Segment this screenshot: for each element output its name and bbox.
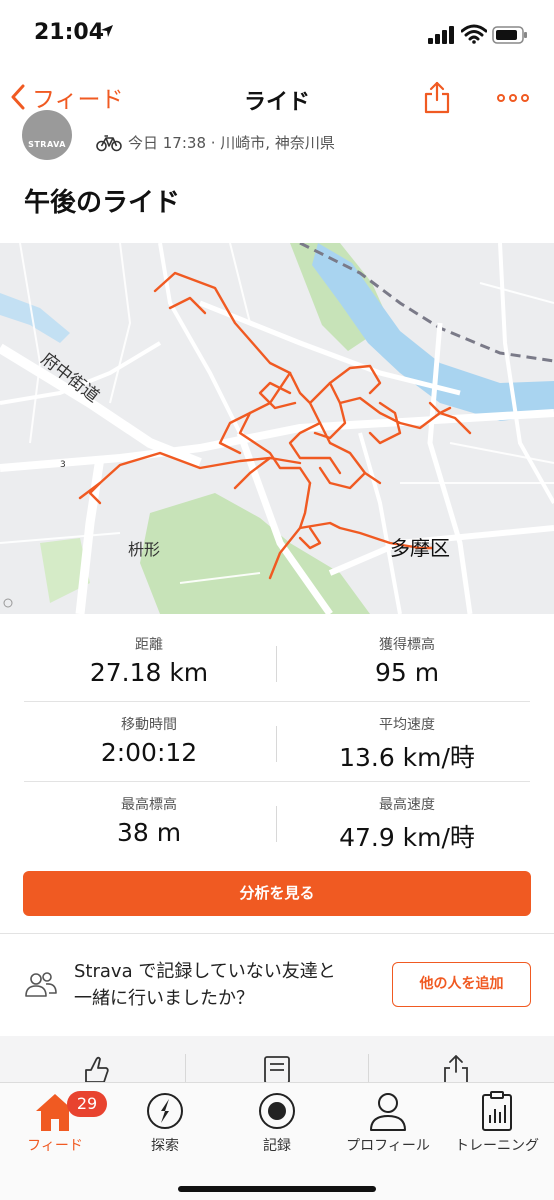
profile-icon [370, 1093, 406, 1131]
wifi-icon [461, 24, 487, 44]
map-label-area: 枡形 [128, 540, 160, 559]
analyze-button[interactable]: 分析を見る [23, 871, 531, 916]
tab-feed[interactable]: 29 フィード [0, 1089, 110, 1155]
stat-divider [276, 726, 277, 762]
stat-value: 38 m [116, 818, 182, 847]
stat-divider [276, 646, 277, 682]
status-time: 21:04 [34, 20, 105, 45]
stats-grid: 距離 27.18 km 獲得標高 95 m 移動時間 2:00:12 平均速度 … [0, 622, 554, 862]
location-arrow-icon [101, 25, 113, 37]
stat-divider [276, 806, 277, 842]
map-label-district: 多摩区 [390, 536, 450, 560]
share-activity-icon[interactable] [441, 1054, 471, 1082]
stat-label: 移動時間 [121, 717, 177, 733]
record-icon [259, 1093, 295, 1129]
stat-row: 距離 27.18 km 獲得標高 95 m [24, 622, 530, 702]
stat-value: 27.18 km [89, 658, 209, 687]
thumbs-up-icon[interactable] [80, 1054, 110, 1082]
tab-bar: 29 フィード 探索 記録 プロフィール トレーニング [0, 1082, 554, 1200]
stat-value: 95 m [374, 658, 440, 687]
avatar[interactable]: STRAVA [22, 110, 72, 160]
home-indicator [178, 1186, 376, 1192]
chevron-left-icon [11, 84, 25, 110]
park-area [140, 493, 370, 614]
route-map[interactable]: 府中街道 枡形 多摩区 3 [0, 243, 554, 614]
action-strip [0, 1036, 554, 1082]
more-options-icon[interactable] [496, 88, 530, 108]
stat-label: 平均速度 [379, 717, 435, 733]
avatar-logo-text: STRAVA [28, 140, 66, 149]
tab-label: トレーニング [455, 1138, 539, 1154]
bike-icon [96, 134, 122, 151]
stat-row: 最高標高 38 m 最高速度 47.9 km/時 [24, 782, 530, 862]
map-label-route-number: 3 [60, 460, 66, 470]
stat-moving-time: 移動時間 2:00:12 [34, 714, 264, 767]
friends-prompt-line2: 一緒に行いましたか？ [74, 988, 254, 1009]
map-canvas: 府中街道 枡形 多摩区 3 [0, 243, 554, 614]
tab-record[interactable]: 記録 [222, 1089, 332, 1155]
cellular-signal-icon [428, 26, 454, 44]
friends-prompt-line1: Strava で記録していない友達と [74, 961, 336, 982]
comment-icon[interactable] [262, 1054, 292, 1082]
stat-value: 47.9 km/時 [339, 823, 475, 852]
activity-meta-text: 今日 17:38 · 川崎市, 神奈川県 [128, 134, 335, 152]
tab-label: プロフィール [346, 1138, 430, 1154]
stat-row: 移動時間 2:00:12 平均速度 13.6 km/時 [24, 702, 530, 782]
stat-avg-speed: 平均速度 13.6 km/時 [292, 714, 522, 774]
stat-label: 距離 [135, 637, 163, 653]
friends-prompt: Strava で記録していない友達と 一緒に行いましたか？ [74, 958, 374, 1012]
back-label: フィード [32, 87, 124, 113]
battery-icon [492, 26, 527, 44]
action-divider [368, 1054, 369, 1082]
tab-label: 記録 [263, 1138, 291, 1154]
tab-label: フィード [27, 1138, 83, 1154]
compass-icon [147, 1093, 183, 1129]
stat-max-speed: 最高速度 47.9 km/時 [292, 794, 522, 854]
stat-label: 最高標高 [121, 797, 177, 813]
activity-title: 午後のライド [24, 188, 181, 218]
stat-max-elevation: 最高標高 38 m [34, 794, 264, 847]
activity-meta: 今日 17:38 · 川崎市, 神奈川県 [96, 132, 335, 153]
training-icon [482, 1091, 512, 1131]
stat-distance: 距離 27.18 km [34, 634, 264, 687]
add-others-button[interactable]: 他の人を追加 [392, 962, 531, 1007]
share-icon[interactable] [422, 80, 452, 114]
stat-label: 獲得標高 [379, 637, 435, 653]
stat-value: 13.6 km/時 [339, 743, 475, 772]
divider [0, 933, 554, 934]
map-attribution-icon [3, 598, 13, 608]
stat-value: 2:00:12 [100, 738, 198, 767]
stat-elevation-gain: 獲得標高 95 m [292, 634, 522, 687]
back-button[interactable]: フィード [10, 80, 124, 114]
action-divider [185, 1054, 186, 1082]
tab-label: 探索 [151, 1138, 179, 1154]
tab-explore[interactable]: 探索 [110, 1089, 220, 1155]
people-icon [25, 972, 57, 997]
tab-training[interactable]: トレーニング [442, 1089, 552, 1155]
stat-label: 最高速度 [379, 797, 435, 813]
tab-profile[interactable]: プロフィール [333, 1089, 443, 1155]
nav-bar: フィード ライド [0, 70, 554, 126]
notification-badge: 29 [67, 1091, 107, 1117]
status-bar: 21:04 [0, 0, 554, 70]
